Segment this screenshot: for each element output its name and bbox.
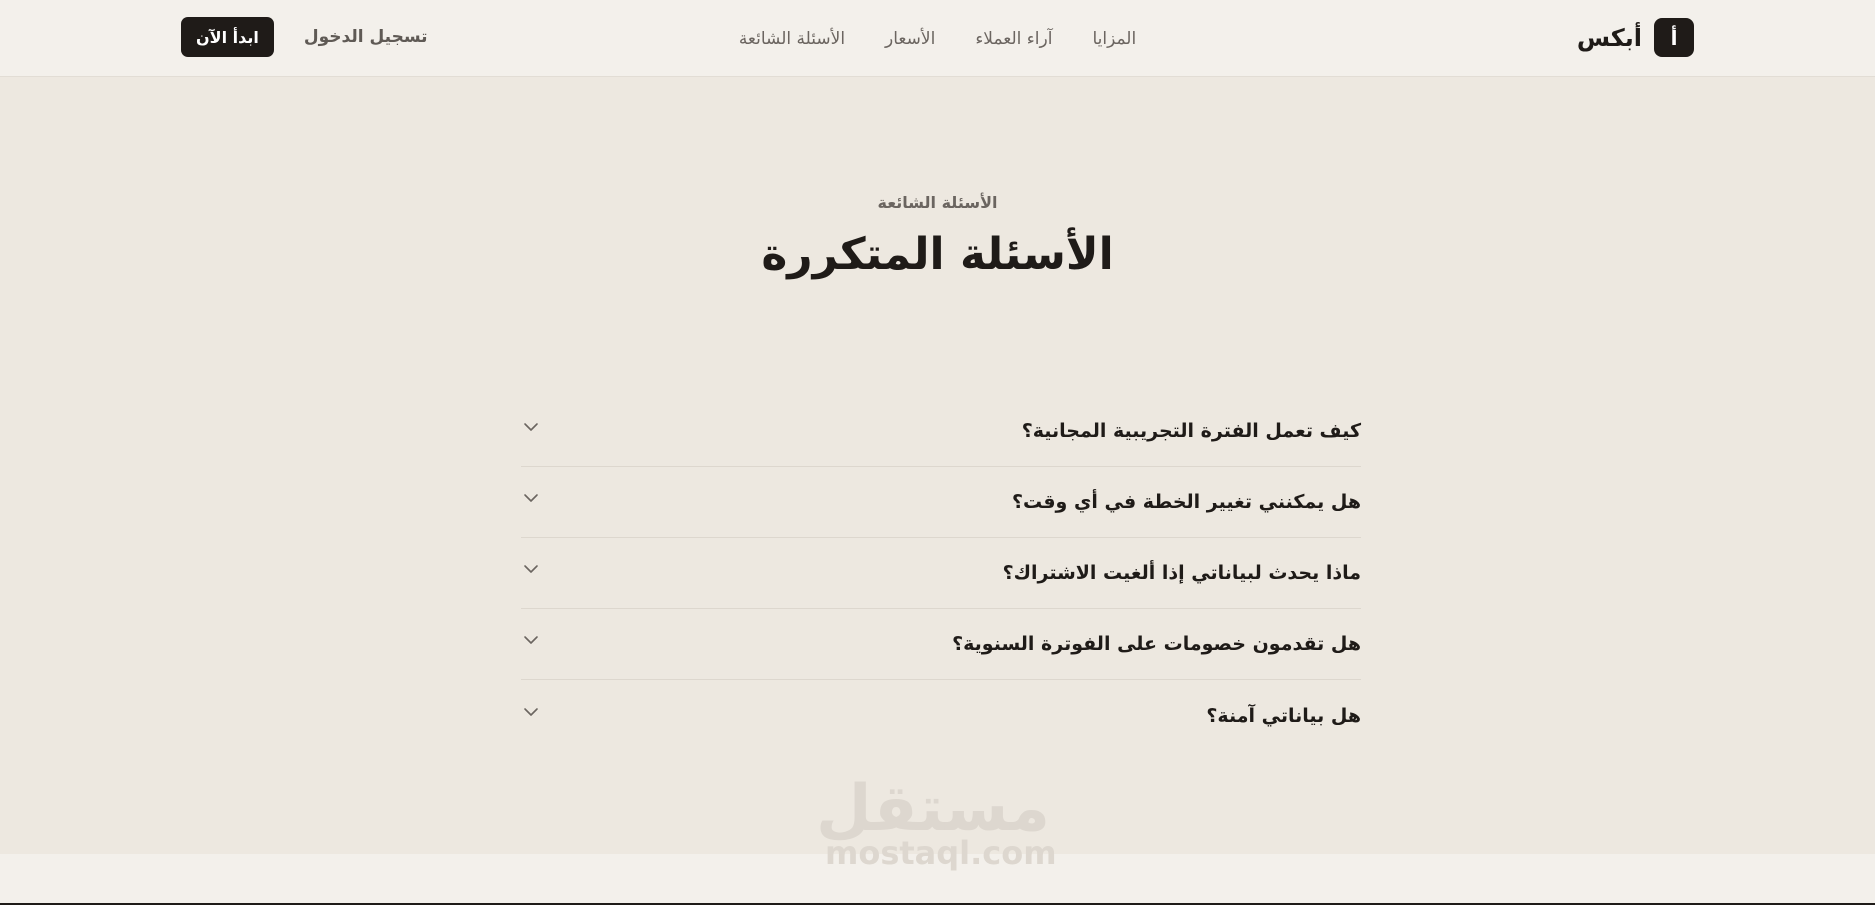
chevron-down-icon[interactable] [521,488,541,508]
faq-item[interactable]: هل بياناتي آمنة؟ [521,680,1361,751]
faq-item[interactable]: ماذا يحدث لبياناتي إذا ألغيت الاشتراك؟ [521,538,1361,609]
nav-link-faq[interactable]: الأسئلة الشائعة [739,29,845,49]
faq-question: هل تقدمون خصومات على الفوترة السنوية؟ [952,633,1361,655]
page: أ أبكس المزايا آراء العملاء الأسعار الأس… [0,0,1875,905]
faq-item[interactable]: هل تقدمون خصومات على الفوترة السنوية؟ [521,609,1361,680]
brand-name: أبكس [1576,23,1642,52]
brand-logo[interactable]: أ أبكس [1577,18,1694,57]
chevron-down-icon[interactable] [521,559,541,579]
faq-question: هل يمكنني تغيير الخطة في أي وقت؟ [1011,491,1361,513]
mostaql-watermark: مستقل mostaql.com [815,772,1057,872]
faq-question: هل بياناتي آمنة؟ [1206,704,1361,727]
nav-link-pricing[interactable]: الأسعار [885,29,935,49]
chevron-down-icon[interactable] [521,702,541,722]
auth-actions: ابدأ الآن تسجيل الدخول [181,17,428,57]
login-link[interactable]: تسجيل الدخول [304,27,428,47]
watermark-latin: mostaql.com [825,834,1057,872]
faq-title: الأسئلة المتكررة [761,229,1114,280]
faq-question: كيف تعمل الفترة التجريبية المجانية؟ [1021,420,1361,442]
top-navbar: أ أبكس المزايا آراء العملاء الأسعار الأس… [0,0,1875,77]
brand-mark: أ [1654,18,1694,57]
nav-link-testimonials[interactable]: آراء العملاء [975,29,1052,49]
faq-item[interactable]: هل يمكنني تغيير الخطة في أي وقت؟ [521,467,1361,538]
faq-eyebrow: الأسئلة الشائعة [877,193,998,212]
watermark-arabic: مستقل [815,772,1050,846]
chevron-down-icon[interactable] [521,630,541,650]
main-nav: المزايا آراء العملاء الأسعار الأسئلة الش… [739,0,1136,77]
faq-accordion: كيف تعمل الفترة التجريبية المجانية؟ هل ي… [521,396,1361,751]
faq-section: الأسئلة الشائعة الأسئلة المتكررة كيف تعم… [0,77,1875,854]
faq-question: ماذا يحدث لبياناتي إذا ألغيت الاشتراك؟ [1002,562,1361,584]
nav-link-features[interactable]: المزايا [1092,29,1136,49]
chevron-down-icon[interactable] [521,417,541,437]
faq-item[interactable]: كيف تعمل الفترة التجريبية المجانية؟ [521,396,1361,467]
get-started-button[interactable]: ابدأ الآن [181,17,274,57]
